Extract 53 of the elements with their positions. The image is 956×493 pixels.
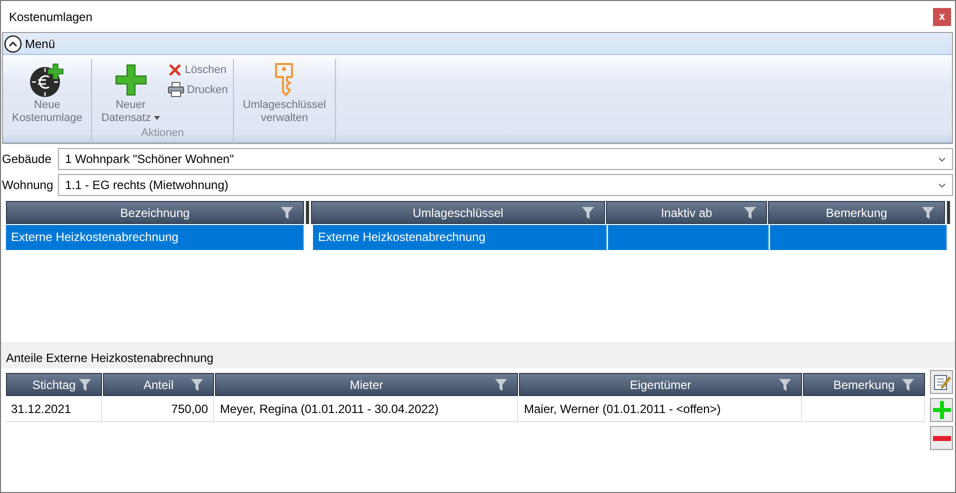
column-header[interactable]: Stichtag bbox=[6, 373, 102, 396]
plus-icon bbox=[114, 63, 148, 97]
column-splitter[interactable] bbox=[305, 201, 310, 224]
field-label: Wohnung bbox=[1, 178, 54, 192]
ribbon-button[interactable]: Löschen bbox=[166, 62, 230, 78]
scrollbar-stub bbox=[946, 201, 951, 224]
filter-icon[interactable] bbox=[495, 379, 507, 391]
chevron-down-icon bbox=[938, 182, 946, 188]
add-icon bbox=[932, 401, 950, 419]
dropdown-field[interactable]: 1.1 - EG rechts (Mietwohnung) bbox=[58, 174, 953, 196]
filter-icon[interactable] bbox=[744, 207, 756, 219]
edit-icon bbox=[932, 373, 950, 391]
table-cell: Meyer, Regina (01.01.2011 - 30.04.2022) bbox=[215, 397, 518, 422]
group-label: Aktionen bbox=[141, 127, 184, 140]
collapse-icon bbox=[4, 34, 22, 52]
column-header[interactable]: Umlageschlüssel bbox=[311, 201, 605, 224]
filter-icon[interactable] bbox=[922, 207, 934, 219]
column-header[interactable]: Bezeichnung bbox=[6, 201, 304, 224]
ribbon-button[interactable]: Umlageschlüssel verwalten bbox=[236, 59, 332, 141]
table-cell: Externe Heizkostenabrechnung bbox=[313, 225, 607, 250]
table-cell: 750,00 bbox=[103, 397, 214, 422]
filter-icon[interactable] bbox=[191, 379, 203, 391]
euro-globe-icon bbox=[29, 62, 66, 98]
window-title: Kostenumlagen bbox=[9, 10, 92, 24]
remove-button[interactable] bbox=[930, 426, 953, 450]
ribbon-button[interactable]: Neue Kostenumlage bbox=[6, 59, 88, 141]
section-title: Anteile Externe Heizkostenabrechnung bbox=[6, 351, 214, 365]
ribbon-button[interactable]: Neuer Datensatz bbox=[95, 59, 166, 127]
field-label: Gebäude bbox=[1, 152, 52, 166]
filter-icon[interactable] bbox=[779, 379, 791, 391]
menu-toggle[interactable]: Menü bbox=[4, 34, 56, 52]
column-header[interactable]: Bemerkung bbox=[768, 201, 945, 224]
filter-icon[interactable] bbox=[582, 207, 594, 219]
filter-icon[interactable] bbox=[902, 379, 914, 391]
filter-icon[interactable] bbox=[281, 207, 293, 219]
column-header[interactable]: Bemerkung bbox=[803, 373, 925, 396]
table-cell: 31.12.2021 bbox=[6, 397, 102, 422]
key-icon bbox=[273, 63, 296, 97]
filter-icon[interactable] bbox=[79, 379, 91, 391]
close-button[interactable]: x bbox=[933, 8, 951, 26]
printer-icon bbox=[168, 82, 184, 97]
table-cell: Maier, Werner (01.01.2011 - <offen>) bbox=[519, 397, 802, 422]
column-header[interactable]: Anteil bbox=[103, 373, 214, 396]
dropdown-field[interactable]: 1 Wohnpark "Schöner Wohnen" bbox=[58, 148, 953, 170]
edit-button[interactable] bbox=[930, 370, 953, 394]
column-header[interactable]: Inaktiv ab bbox=[606, 201, 767, 224]
ribbon-button[interactable]: Drucken bbox=[166, 81, 230, 98]
table-cell: Externe Heizkostenabrechnung bbox=[6, 225, 304, 250]
delete-icon bbox=[168, 63, 182, 77]
remove-icon bbox=[932, 436, 950, 440]
chevron-down-icon bbox=[938, 156, 946, 162]
column-header[interactable]: Mieter bbox=[215, 373, 518, 396]
column-header[interactable]: Eigentümer bbox=[519, 373, 802, 396]
